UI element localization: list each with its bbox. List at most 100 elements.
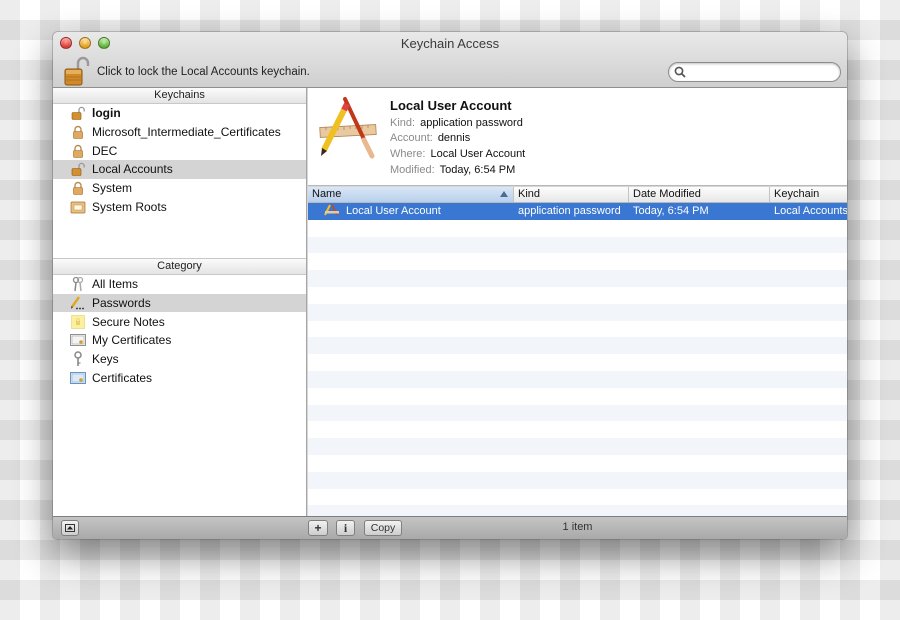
search-icon: [674, 66, 686, 78]
empty-row: [308, 219, 847, 237]
table-row[interactable]: Local User Account application password To…: [308, 203, 847, 220]
lock-keychain-button[interactable]: [64, 56, 90, 86]
keys-icon: [70, 276, 86, 292]
column-header-keychain[interactable]: Keychain: [770, 187, 847, 202]
detail-account: Account: dennis: [390, 132, 470, 144]
detail-where-label: Where:: [390, 148, 426, 160]
empty-row: [308, 303, 847, 321]
application-password-icon: [319, 97, 377, 159]
detail-modified-value: Today, 6:54 PM: [439, 164, 516, 176]
certificate-folder-icon: [70, 199, 86, 215]
column-header-name[interactable]: Name: [308, 187, 514, 202]
search-input[interactable]: [689, 64, 834, 80]
empty-row: [308, 354, 847, 371]
keychains-list: login Microsoft_Intermediate_Certificates…: [53, 104, 306, 216]
category-item-label: Passwords: [92, 296, 151, 311]
empty-row: [308, 505, 847, 516]
keychain-item-label: Microsoft_Intermediate_Certificates: [92, 125, 281, 140]
category-item-keys[interactable]: Keys: [53, 350, 306, 369]
keychain-item-label: System Roots: [92, 199, 167, 214]
empty-row: [308, 286, 847, 304]
application-password-icon: [324, 204, 340, 219]
locked-padlock-icon: [70, 180, 86, 196]
column-name-label: Name: [312, 188, 342, 200]
category-item-passwords[interactable]: Passwords: [53, 293, 306, 313]
empty-row: [308, 488, 847, 506]
column-header-kind[interactable]: Kind: [514, 187, 629, 202]
category-list: All Items Passwords Secure Notes My Certifi…: [53, 275, 306, 387]
keychain-item-dec[interactable]: DEC: [53, 141, 306, 160]
category-item-label: Keys: [92, 352, 119, 367]
empty-row: [308, 438, 847, 455]
keychain-item-local-accounts[interactable]: Local Accounts: [53, 160, 306, 179]
locked-padlock-icon: [70, 124, 86, 140]
category-item-certificates[interactable]: Certificates: [53, 368, 306, 387]
category-item-label: Secure Notes: [92, 314, 165, 329]
empty-row: [308, 471, 847, 489]
unlocked-padlock-icon: [64, 56, 90, 86]
cell-name: Local User Account: [308, 204, 514, 219]
certificate-icon: [70, 370, 86, 386]
empty-row: [308, 270, 847, 287]
detail-kind-label: Kind:: [390, 117, 416, 129]
unlocked-padlock-icon: [70, 105, 86, 121]
category-item-all-items[interactable]: All Items: [53, 275, 306, 294]
detail-modified-label: Modified:: [390, 164, 435, 176]
empty-row: [308, 454, 847, 472]
keychain-item-label: DEC: [92, 143, 118, 158]
category-item-label: My Certificates: [92, 333, 172, 348]
column-header-date-modified[interactable]: Date Modified: [629, 187, 770, 202]
password-pencil-icon: [70, 295, 86, 311]
keychains-header: Keychains: [53, 88, 306, 104]
item-count-status: 1 item: [562, 521, 593, 533]
cell-name-text: Local User Account: [346, 205, 441, 218]
items-table: Name Kind Date Modified Keychain Local U…: [308, 187, 847, 516]
unlocked-padlock-icon: [70, 161, 86, 177]
empty-row: [308, 320, 847, 338]
category-header: Category: [53, 259, 306, 275]
keychain-item-label: login: [92, 106, 121, 121]
eject-triangle-icon: [65, 524, 75, 532]
keychain-item-microsoft-intermediate-certificates[interactable]: Microsoft_Intermediate_Certificates: [53, 123, 306, 142]
locked-padlock-icon: [70, 143, 86, 159]
empty-row: [308, 236, 847, 254]
empty-row: [308, 337, 847, 355]
keychains-section: Keychains login Microsoft_Intermediate_Ce…: [53, 88, 306, 258]
empty-row: [308, 404, 847, 422]
keychain-item-login[interactable]: login: [53, 104, 306, 123]
keychain-item-system-roots[interactable]: System Roots: [53, 197, 306, 216]
cell-date-modified: Today, 6:54 PM: [633, 205, 709, 218]
keychain-item-system[interactable]: System: [53, 179, 306, 198]
empty-row: [308, 253, 847, 271]
empty-row: [308, 387, 847, 405]
secure-note-icon: [70, 314, 86, 330]
cell-kind: application password: [518, 205, 621, 218]
detail-kind: Kind: application password: [390, 117, 523, 129]
cell-keychain: Local Accounts: [774, 205, 847, 218]
lock-message: Click to lock the Local Accounts keychai…: [97, 66, 310, 78]
detail-where-value: Local User Account: [430, 148, 526, 160]
keychain-item-label: Local Accounts: [92, 162, 173, 177]
empty-row: [308, 370, 847, 388]
table-body: Local User Account application password To…: [308, 203, 847, 516]
keychain-item-label: System: [92, 181, 133, 196]
detail-account-value: dennis: [437, 132, 471, 144]
category-section: Category All Items Passwords Secure Notes M…: [53, 258, 306, 387]
window-title: Keychain Access: [400, 36, 500, 51]
detail-modified: Modified: Today, 6:54 PM: [390, 164, 515, 176]
sidebar: Keychains login Microsoft_Intermediate_Ce…: [53, 88, 307, 516]
bottom-bar: + i Copy 1 item: [53, 516, 847, 539]
category-item-label: All Items: [92, 277, 139, 292]
detail-account-label: Account:: [390, 132, 433, 144]
item-detail-pane: Local User Account Kind: application pass…: [308, 88, 847, 186]
my-certificate-icon: [70, 332, 86, 348]
category-item-secure-notes[interactable]: Secure Notes: [53, 312, 306, 331]
detail-kind-value: application password: [420, 117, 523, 129]
search-field[interactable]: [668, 62, 841, 82]
category-item-my-certificates[interactable]: My Certificates: [53, 331, 306, 350]
show-keychains-toggle-button[interactable]: [61, 520, 79, 536]
empty-row: [308, 421, 847, 439]
detail-item-name: Local User Account: [390, 98, 512, 113]
key-icon: [70, 351, 86, 367]
title-bar: Keychain Access Click to lock the Local …: [53, 32, 847, 88]
